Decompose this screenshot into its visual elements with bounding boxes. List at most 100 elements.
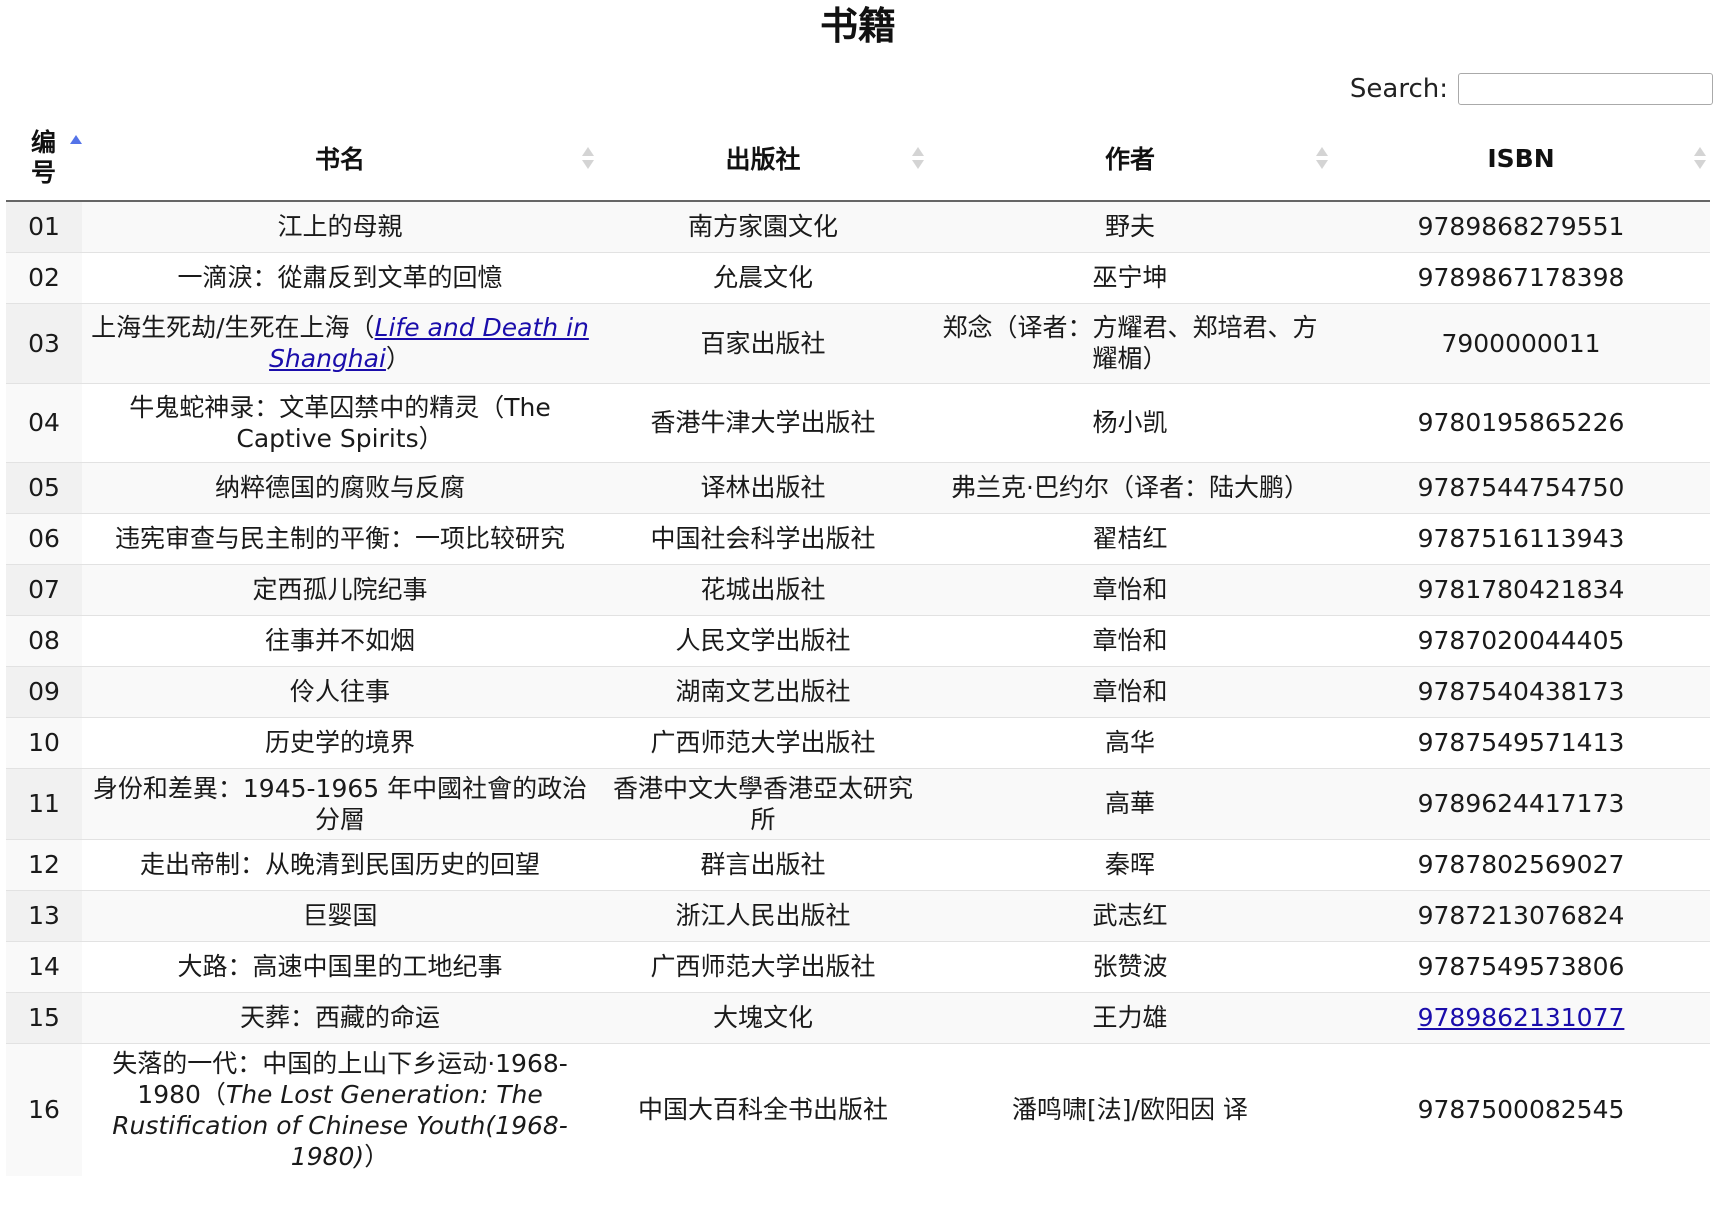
- table-row: 11 身份和差異：1945-1965 年中國社會的政治分層 香港中文大學香港亞太…: [6, 767, 1710, 839]
- cell-author: 章怡和: [928, 614, 1332, 666]
- cell-publisher: 百家出版社: [598, 302, 928, 383]
- cell-publisher: 人民文学出版社: [598, 614, 928, 666]
- column-header-title[interactable]: 书名: [82, 116, 598, 202]
- cell-publisher: 湖南文艺出版社: [598, 665, 928, 717]
- cell-author: 野夫: [928, 200, 1332, 252]
- title-text: ）: [364, 1141, 390, 1171]
- cell-publisher: 香港中文大學香港亞太研究所: [598, 767, 928, 839]
- cell-author: 秦晖: [928, 838, 1332, 890]
- cell-isbn: 9787549571413: [1332, 716, 1710, 768]
- isbn-link[interactable]: 9789862131077: [1418, 1003, 1625, 1032]
- table-row: 08 往事并不如烟 人民文学出版社 章怡和 9787020044405: [6, 614, 1710, 666]
- cell-number: 03: [6, 302, 82, 383]
- cell-author: 高華: [928, 767, 1332, 839]
- cell-publisher: 中国大百科全书出版社: [598, 1042, 928, 1176]
- cell-number: 06: [6, 512, 82, 564]
- sort-icon: [582, 147, 594, 169]
- cell-author: 弗兰克·巴约尔（译者：陆大鹏）: [928, 461, 1332, 513]
- title-text: ）: [385, 344, 411, 373]
- cell-author: 杨小凯: [928, 382, 1332, 462]
- column-header-author[interactable]: 作者: [928, 116, 1332, 202]
- table-body: 01 江上的母親 南方家園文化 野夫 9789868279551 02 一滴淚：…: [6, 200, 1710, 1176]
- table-row: 15 天葬：西藏的命运 大塊文化 王力雄 9789862131077: [6, 991, 1710, 1043]
- cell-title: 往事并不如烟: [82, 614, 598, 666]
- cell-publisher: 香港牛津大学出版社: [598, 382, 928, 462]
- cell-number: 02: [6, 251, 82, 303]
- page-title: 书籍: [819, 4, 896, 48]
- column-header-isbn[interactable]: ISBN: [1332, 116, 1710, 202]
- cell-title: 走出帝制：从晚清到民国历史的回望: [82, 838, 598, 890]
- cell-title: 巨婴国: [82, 889, 598, 941]
- cell-number: 08: [6, 614, 82, 666]
- column-header-number[interactable]: 编号: [6, 116, 82, 202]
- cell-author: 高华: [928, 716, 1332, 768]
- cell-number: 04: [6, 382, 82, 462]
- cell-publisher: 中国社会科学出版社: [598, 512, 928, 564]
- cell-isbn: 9789862131077: [1332, 991, 1710, 1043]
- cell-title: 天葬：西藏的命运: [82, 991, 598, 1043]
- cell-isbn: 9787802569027: [1332, 838, 1710, 890]
- cell-title: 纳粹德国的腐败与反腐: [82, 461, 598, 513]
- table-row: 10 历史学的境界 广西师范大学出版社 高华 9787549571413: [6, 716, 1710, 768]
- cell-number: 14: [6, 940, 82, 992]
- table-row: 02 一滴淚：從肅反到文革的回憶 允晨文化 巫宁坤 9789867178398: [6, 251, 1710, 303]
- cell-title: 一滴淚：從肅反到文革的回憶: [82, 251, 598, 303]
- search-area: Search:: [1350, 73, 1713, 105]
- cell-isbn: 9789624417173: [1332, 767, 1710, 839]
- cell-title: 大路：高速中国里的工地纪事: [82, 940, 598, 992]
- cell-title: 牛鬼蛇神录：文革囚禁中的精灵（The Captive Spirits）: [82, 382, 598, 462]
- cell-number: 15: [6, 991, 82, 1043]
- cell-isbn: 9780195865226: [1332, 382, 1710, 462]
- cell-title: 江上的母親: [82, 200, 598, 252]
- cell-author: 章怡和: [928, 665, 1332, 717]
- table-row: 13 巨婴国 浙江人民出版社 武志红 9787213076824: [6, 889, 1710, 941]
- table-header-row: 编号 书名 出版社 作者 ISBN: [6, 116, 1710, 202]
- table-row: 06 违宪审查与民主制的平衡：一项比较研究 中国社会科学出版社 翟桔红 9787…: [6, 512, 1710, 564]
- column-header-publisher[interactable]: 出版社: [598, 116, 928, 202]
- cell-number: 10: [6, 716, 82, 768]
- sort-ascending-icon: [70, 135, 82, 157]
- cell-isbn: 9787549573806: [1332, 940, 1710, 992]
- cell-publisher: 广西师范大学出版社: [598, 940, 928, 992]
- cell-title: 身份和差異：1945-1965 年中國社會的政治分層: [82, 767, 598, 839]
- cell-number: 12: [6, 838, 82, 890]
- cell-isbn: 9787540438173: [1332, 665, 1710, 717]
- cell-author: 郑念（译者：方耀君、郑培君、方耀楣）: [928, 302, 1332, 383]
- search-input[interactable]: [1458, 73, 1713, 105]
- cell-publisher: 广西师范大学出版社: [598, 716, 928, 768]
- cell-isbn: 9789868279551: [1332, 200, 1710, 252]
- cell-isbn: 9787516113943: [1332, 512, 1710, 564]
- cell-title: 历史学的境界: [82, 716, 598, 768]
- cell-title: 定西孤儿院纪事: [82, 563, 598, 615]
- cell-number: 13: [6, 889, 82, 941]
- cell-isbn: 9789867178398: [1332, 251, 1710, 303]
- table-row: 12 走出帝制：从晚清到民国历史的回望 群言出版社 秦晖 97878025690…: [6, 838, 1710, 890]
- cell-publisher: 群言出版社: [598, 838, 928, 890]
- table-row: 09 伶人往事 湖南文艺出版社 章怡和 9787540438173: [6, 665, 1710, 717]
- cell-isbn: 9787213076824: [1332, 889, 1710, 941]
- cell-isbn: 9781780421834: [1332, 563, 1710, 615]
- column-header-label: 编号: [31, 128, 57, 187]
- cell-title: 失落的一代：中国的上山下乡运动·1968-1980（The Lost Gener…: [82, 1042, 598, 1176]
- cell-publisher: 南方家園文化: [598, 200, 928, 252]
- cell-number: 11: [6, 767, 82, 839]
- cell-isbn: 9787500082545: [1332, 1042, 1710, 1176]
- cell-author: 翟桔红: [928, 512, 1332, 564]
- cell-isbn: 9787020044405: [1332, 614, 1710, 666]
- cell-title: 违宪审查与民主制的平衡：一项比较研究: [82, 512, 598, 564]
- sort-icon: [912, 147, 924, 169]
- books-table: 编号 书名 出版社 作者 ISBN 01 江上的母親 南方家園文化 野夫 978…: [6, 116, 1710, 1176]
- column-header-label: ISBN: [1487, 143, 1555, 173]
- cell-number: 07: [6, 563, 82, 615]
- cell-isbn: 9787544754750: [1332, 461, 1710, 513]
- table-row: 07 定西孤儿院纪事 花城出版社 章怡和 9781780421834: [6, 563, 1710, 615]
- cell-number: 16: [6, 1042, 82, 1176]
- cell-publisher: 花城出版社: [598, 563, 928, 615]
- sort-icon: [1694, 147, 1706, 169]
- cell-number: 09: [6, 665, 82, 717]
- cell-publisher: 大塊文化: [598, 991, 928, 1043]
- cell-author: 章怡和: [928, 563, 1332, 615]
- table-row: 04 牛鬼蛇神录：文革囚禁中的精灵（The Captive Spirits） 香…: [6, 382, 1710, 462]
- cell-number: 05: [6, 461, 82, 513]
- table-row: 03 上海生死劫/生死在上海（Life and Death in Shangha…: [6, 302, 1710, 383]
